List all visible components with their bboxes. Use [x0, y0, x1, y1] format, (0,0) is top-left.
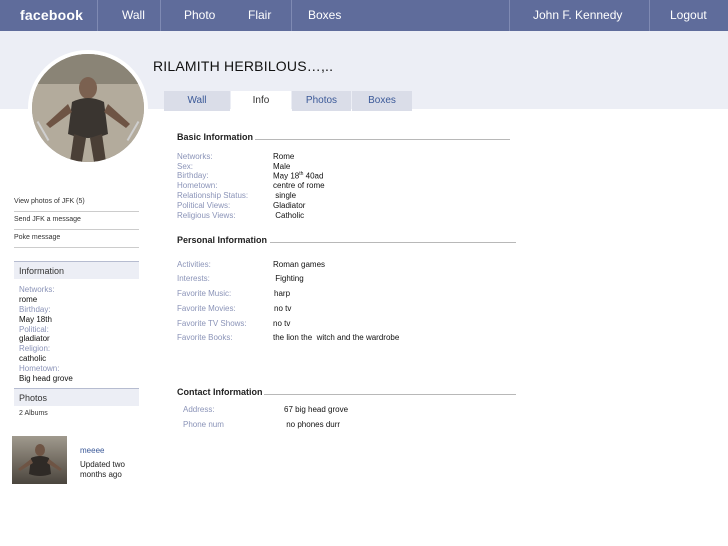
personal-label-activities: Activities:	[177, 260, 211, 269]
personal-value-movies: no tv	[274, 304, 292, 313]
logout-button[interactable]: Logout	[670, 0, 707, 31]
info-value-birthday: May 18th	[19, 315, 52, 324]
divider	[14, 247, 139, 248]
basic-label-hometown: Hometown:	[177, 181, 218, 190]
info-value-political: gladiator	[19, 334, 50, 343]
tab-info[interactable]: Info	[231, 91, 291, 111]
tab-photos[interactable]: Photos	[292, 91, 351, 111]
contact-value-phone: no phones durr	[284, 420, 341, 429]
albums-link[interactable]: 2 Albums	[19, 410, 144, 417]
nav-divider	[509, 0, 510, 31]
personal-info-header: Personal Information	[177, 235, 268, 245]
contact-label-phone: Phone num	[183, 420, 224, 429]
top-nav-bar: facebook Wall Photo Flair Boxes John F. …	[0, 0, 728, 31]
basic-label-relationship: Relationship Status:	[177, 191, 249, 200]
gladiator-photo-icon	[32, 54, 144, 162]
basic-value-sex: Male	[273, 162, 291, 171]
personal-value-music: harp	[274, 289, 291, 298]
nav-wall[interactable]: Wall	[122, 0, 145, 31]
info-value-hometown: Big head grove	[19, 374, 73, 383]
info-label-hometown: Hometown:	[19, 364, 60, 373]
basic-label-religious: Religious Views:	[177, 211, 236, 220]
basic-value-networks: Rome	[273, 152, 295, 161]
info-value-religion: catholic	[19, 354, 47, 363]
personal-label-books: Favorite Books:	[177, 333, 233, 342]
contact-info-header: Contact Information	[177, 387, 263, 397]
status-thumbnail[interactable]	[12, 436, 67, 484]
profile-name: RILAMITH HERBILOUS…,..	[153, 58, 334, 74]
basic-value-birthday: May 18th 40ad	[273, 171, 323, 181]
status-author-link[interactable]: meeee	[80, 446, 104, 455]
divider	[14, 229, 139, 230]
poke-link[interactable]: Poke message	[14, 234, 139, 241]
info-value-networks: rome	[19, 295, 38, 304]
divider	[255, 139, 510, 140]
facebook-logo[interactable]: facebook	[20, 0, 83, 31]
basic-label-birthday: Birthday:	[177, 171, 209, 180]
info-label-religion: Religion:	[19, 344, 51, 353]
info-label-networks: Networks:	[19, 285, 55, 294]
information-header: Information	[14, 261, 139, 279]
nav-divider	[97, 0, 98, 31]
nav-divider	[649, 0, 650, 31]
basic-value-relationship: single	[273, 191, 297, 200]
status-time: Updated two months ago	[80, 460, 125, 479]
basic-value-political: Gladiator	[273, 201, 306, 210]
personal-value-interests: Fighting	[273, 274, 304, 283]
personal-label-interests: Interests:	[177, 274, 210, 283]
nav-flair[interactable]: Flair	[248, 0, 271, 31]
tab-boxes[interactable]: Boxes	[352, 91, 412, 111]
birthday-year: 40ad	[303, 171, 324, 181]
nav-boxes[interactable]: Boxes	[308, 0, 341, 31]
view-photos-link[interactable]: View photos of JFK (5)	[14, 198, 139, 205]
personal-value-books: the lion the witch and the wardrobe	[273, 333, 400, 342]
personal-label-music: Favorite Music:	[177, 289, 232, 298]
basic-label-political: Political Views:	[177, 201, 231, 210]
gladiator-thumb-icon	[18, 444, 62, 476]
divider	[14, 211, 139, 212]
divider	[270, 242, 516, 243]
info-label-political: Political:	[19, 325, 49, 334]
basic-info-header: Basic Information	[177, 132, 254, 142]
basic-value-religious: Catholic	[273, 211, 305, 220]
nav-user-name[interactable]: John F. Kennedy	[533, 0, 622, 31]
nav-divider	[160, 0, 161, 31]
photos-header: Photos	[14, 388, 139, 406]
tab-wall[interactable]: Wall	[164, 91, 230, 111]
personal-label-tv: Favorite TV Shows:	[177, 319, 247, 328]
basic-label-sex: Sex:	[177, 162, 194, 171]
nav-divider	[291, 0, 292, 31]
basic-label-networks: Networks:	[177, 152, 213, 161]
nav-photo[interactable]: Photo	[184, 0, 215, 31]
contact-label-address: Address:	[183, 405, 215, 414]
profile-avatar[interactable]	[32, 54, 144, 162]
personal-value-tv: no tv	[273, 319, 291, 328]
contact-value-address: 67 big head grove	[284, 405, 349, 414]
personal-value-activities: Roman games	[273, 260, 326, 269]
birthday-day: May 18	[273, 171, 300, 181]
basic-value-hometown: centre of rome	[273, 181, 325, 190]
personal-label-movies: Favorite Movies:	[177, 304, 236, 313]
info-label-birthday: Birthday:	[19, 305, 51, 314]
divider	[264, 394, 516, 395]
send-message-link[interactable]: Send JFK a message	[14, 216, 139, 223]
